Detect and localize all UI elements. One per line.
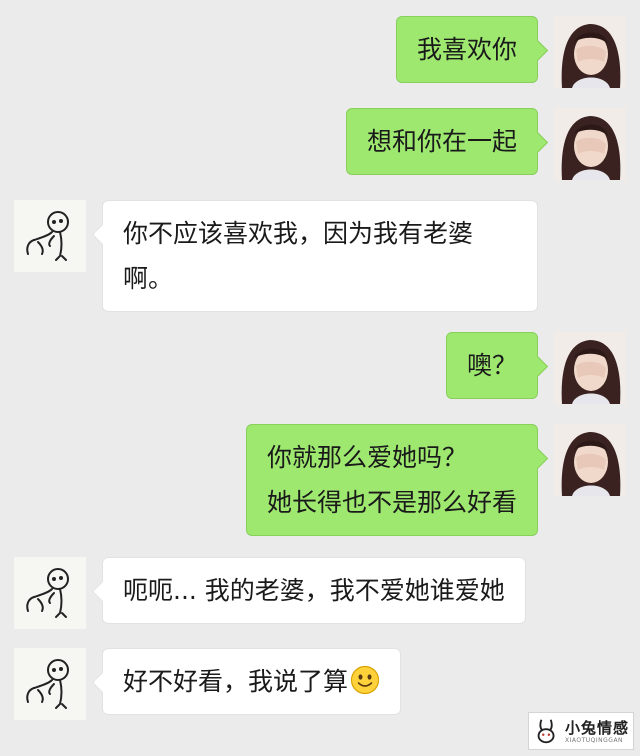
- girl-avatar-icon: [554, 424, 626, 496]
- stick-figure-avatar-icon: [14, 557, 86, 629]
- user-avatar[interactable]: [554, 108, 626, 180]
- message-bubble[interactable]: 想和你在一起: [345, 108, 538, 175]
- stick-figure-avatar-icon: [14, 648, 86, 720]
- contact-avatar[interactable]: [14, 648, 86, 720]
- message-text: 你不应该喜欢我，因为我有老婆: [123, 219, 474, 248]
- message-text: 啊。: [123, 264, 174, 293]
- contact-avatar[interactable]: [14, 200, 86, 272]
- girl-avatar-icon: [554, 108, 626, 180]
- user-avatar[interactable]: [554, 424, 626, 496]
- message-bubble[interactable]: 我喜欢你: [395, 16, 538, 83]
- user-avatar[interactable]: [554, 332, 626, 404]
- girl-avatar-icon: [554, 16, 626, 88]
- message-text: 她长得也不是那么好看: [266, 488, 517, 517]
- message-text: 你就那么爱她吗？: [266, 443, 467, 472]
- watermark-title: 小兔情感: [565, 719, 630, 737]
- stick-figure-avatar-icon: [14, 200, 86, 272]
- smile-emoji-icon: [350, 665, 380, 695]
- message-text: 想和你在一起: [366, 127, 517, 156]
- watermark-subtitle: XIAOTUQINGGAN: [565, 737, 624, 744]
- message-text: 噢？: [466, 351, 517, 380]
- message-text: 好不好看，我说了算: [123, 667, 349, 696]
- girl-avatar-icon: [554, 332, 626, 404]
- user-avatar[interactable]: [554, 16, 626, 88]
- message-line: 好不好看，我说了算: [123, 659, 380, 704]
- message-bubble[interactable]: 呃呃... 我的老婆，我不爱她谁爱她: [102, 557, 526, 624]
- message-bubble[interactable]: 你不应该喜欢我，因为我有老婆 啊。: [102, 200, 538, 312]
- message-bubble[interactable]: 噢？: [445, 332, 538, 399]
- message-bubble[interactable]: 你就那么爱她吗？ 她长得也不是那么好看: [245, 424, 538, 536]
- contact-avatar[interactable]: [14, 557, 86, 629]
- message-bubble[interactable]: 好不好看，我说了算: [102, 648, 402, 715]
- rabbit-logo-icon: [537, 719, 555, 744]
- message-text: 呃呃... 我的老婆，我不爱她谁爱她: [123, 576, 505, 605]
- watermark-logo: 小兔情感 XIAOTUQINGGAN: [528, 712, 634, 750]
- message-text: 我喜欢你: [416, 35, 517, 64]
